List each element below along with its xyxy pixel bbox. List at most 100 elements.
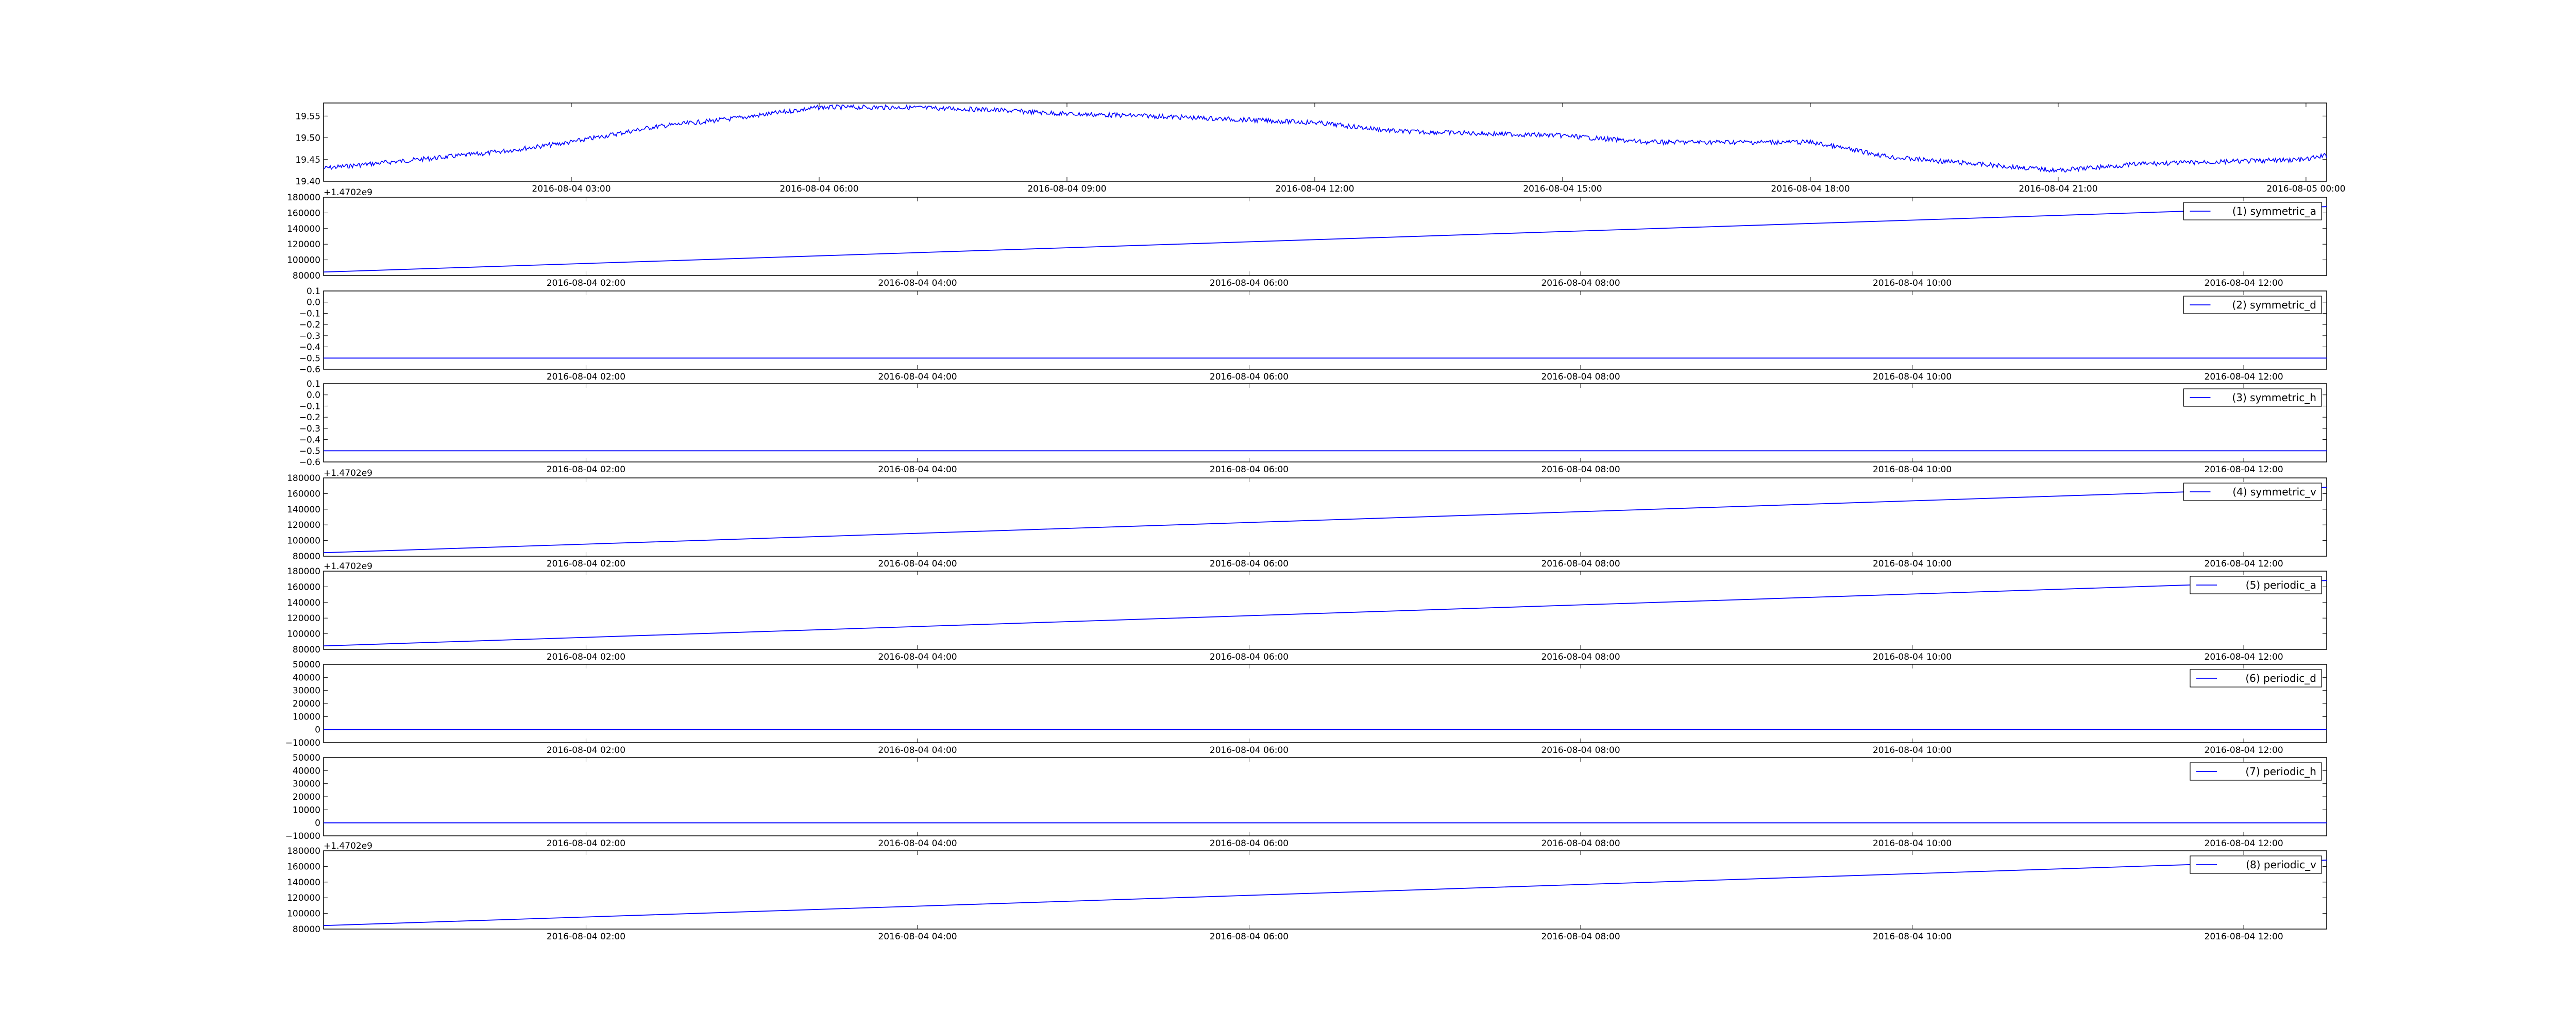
- x-tick-label: 2016-08-04 10:00: [1873, 278, 1952, 288]
- x-tick-label: 2016-08-04 08:00: [1541, 838, 1620, 849]
- x-tick-label: 2016-08-04 03:00: [532, 184, 611, 194]
- y-tick-label: 19.50: [295, 133, 320, 144]
- subplot-9: 80000 100000 120000 140000 160000 180000 2016-…: [287, 841, 2327, 942]
- y-tick-label: 160000: [287, 208, 320, 218]
- x-tick-label: 2016-08-04 02:00: [547, 465, 625, 475]
- x-tick-label: 2016-08-04 18:00: [1771, 184, 1850, 194]
- x-tick-label: 2016-08-04 02:00: [547, 932, 625, 942]
- legend-label: (7) periodic_h: [2245, 765, 2316, 778]
- x-tick-label: 2016-08-04 08:00: [1541, 372, 1620, 382]
- y-tick-label: 140000: [287, 598, 320, 608]
- x-tick-label: 2016-08-04 21:00: [2019, 184, 2097, 194]
- y-tick-label: 20000: [293, 792, 320, 802]
- y-tick-label: −0.4: [299, 435, 320, 445]
- x-tick-label: 2016-08-04 08:00: [1541, 652, 1620, 662]
- y-tick-label: −10000: [285, 831, 320, 842]
- x-tick-label: 2016-08-04 06:00: [1210, 838, 1289, 849]
- x-tick-label: 2016-08-04 04:00: [878, 932, 957, 942]
- x-tick-label: 2016-08-05 00:00: [2266, 184, 2345, 194]
- axes-frame: [323, 757, 2327, 836]
- legend: (4) symmetric_v: [2183, 483, 2322, 501]
- x-tick-label: 2016-08-04 12:00: [2205, 652, 2283, 662]
- y-tick-label: 100000: [287, 909, 320, 919]
- x-tick-label: 2016-08-04 10:00: [1873, 652, 1952, 662]
- y-tick-label: −0.2: [299, 320, 320, 330]
- x-tick-label: 2016-08-04 12:00: [2205, 465, 2283, 475]
- y-tick-label: 80000: [293, 645, 320, 655]
- x-tick-label: 2016-08-04 04:00: [878, 559, 957, 569]
- x-tick-label: 2016-08-04 06:00: [1210, 559, 1289, 569]
- x-tick-label: 2016-08-04 09:00: [1027, 184, 1106, 194]
- y-tick-label: 0: [315, 818, 320, 829]
- offset-label: +1.4702e9: [324, 187, 372, 198]
- subplot-3: −0.6−0.5−0.4−0.3−0.2−0.10.00.1 2016-08-04…: [299, 286, 2327, 382]
- x-tick-label: 2016-08-04 02:00: [547, 652, 625, 662]
- x-tick-label: 2016-08-04 06:00: [1210, 652, 1289, 662]
- x-tick-label: 2016-08-04 04:00: [878, 838, 957, 849]
- series-line: [323, 104, 2327, 173]
- y-tick-label: −0.6: [299, 457, 320, 468]
- legend: (7) periodic_h: [2190, 762, 2322, 781]
- y-tick-label: 120000: [287, 239, 320, 250]
- x-tick-label: 2016-08-04 12:00: [2205, 838, 2283, 849]
- x-tick-label: 2016-08-04 04:00: [878, 278, 957, 288]
- y-tick-label: 19.45: [295, 155, 320, 165]
- x-tick-label: 2016-08-04 08:00: [1541, 932, 1620, 942]
- x-tick-label: 2016-08-04 12:00: [2205, 932, 2283, 942]
- axes-frame: [323, 664, 2327, 743]
- x-tick-label: 2016-08-04 06:00: [1210, 932, 1289, 942]
- y-tick-label: 120000: [287, 520, 320, 530]
- legend-label: (6) periodic_d: [2245, 672, 2316, 684]
- series-line: [323, 860, 2327, 926]
- x-tick-label: 2016-08-04 06:00: [1210, 745, 1289, 756]
- x-tick-label: 2016-08-04 12:00: [1275, 184, 1354, 194]
- x-tick-label: 2016-08-04 08:00: [1541, 559, 1620, 569]
- subplot-1: 19.40 19.45 19.50 19.55 2016-08-04 03:00 2016…: [295, 102, 2346, 194]
- y-tick-label: 180000: [287, 566, 320, 577]
- x-tick-label: 2016-08-04 08:00: [1541, 465, 1620, 475]
- y-tick-label: 10000: [293, 805, 320, 815]
- x-tick-label: 2016-08-04 02:00: [547, 278, 625, 288]
- x-tick-label: 2016-08-04 02:00: [547, 372, 625, 382]
- y-tick-label: 100000: [287, 255, 320, 266]
- subplot-5: 80000 100000 120000 140000 160000 180000 2016-…: [287, 468, 2327, 569]
- y-tick-label: 30000: [293, 686, 320, 696]
- axes-frame: [323, 571, 2327, 650]
- axes-frame: [323, 290, 2327, 370]
- legend-label: (4) symmetric_v: [2232, 486, 2316, 498]
- y-tick-label: 180000: [287, 193, 320, 203]
- x-tick-label: 2016-08-04 08:00: [1541, 278, 1620, 288]
- y-tick-label: 50000: [293, 753, 320, 763]
- x-tick-label: 2016-08-04 02:00: [547, 559, 625, 569]
- x-tick-label: 2016-08-04 04:00: [878, 745, 957, 756]
- y-tick-label: 0.0: [307, 390, 320, 401]
- legend: (3) symmetric_h: [2183, 388, 2322, 407]
- x-tick-label: 2016-08-04 10:00: [1873, 932, 1952, 942]
- legend: (2) symmetric_d: [2183, 296, 2322, 314]
- series-line: [323, 487, 2327, 554]
- legend-label: (3) symmetric_h: [2232, 391, 2316, 404]
- legend: (8) periodic_v: [2190, 855, 2322, 874]
- y-tick-label: 120000: [287, 613, 320, 624]
- x-tick-label: 2016-08-04 10:00: [1873, 838, 1952, 849]
- x-tick-label: 2016-08-04 12:00: [2205, 278, 2283, 288]
- y-tick-label: −0.5: [299, 446, 320, 456]
- y-tick-label: 0.0: [307, 298, 320, 308]
- y-tick-label: 120000: [287, 893, 320, 903]
- subplot-2: 80000 100000 120000 140000 160000 180000 2016-…: [287, 187, 2327, 288]
- y-tick-label: 0.1: [307, 379, 320, 389]
- x-tick-label: 2016-08-04 06:00: [1210, 372, 1289, 382]
- x-tick-label: 2016-08-04 10:00: [1873, 745, 1952, 756]
- x-tick-label: 2016-08-04 06:00: [1210, 465, 1289, 475]
- y-tick-label: 40000: [293, 673, 320, 683]
- x-tick-label: 2016-08-04 12:00: [2205, 745, 2283, 756]
- y-tick-label: −0.1: [299, 401, 320, 411]
- legend: (5) periodic_a: [2190, 576, 2322, 594]
- y-tick-label: 19.40: [295, 177, 320, 187]
- y-tick-label: −0.3: [299, 424, 320, 434]
- y-tick-label: −0.2: [299, 413, 320, 423]
- y-tick-label: 80000: [293, 552, 320, 562]
- axes-frame: [323, 383, 2327, 462]
- y-tick-label: −0.1: [299, 308, 320, 319]
- legend: (1) symmetric_a: [2183, 202, 2322, 220]
